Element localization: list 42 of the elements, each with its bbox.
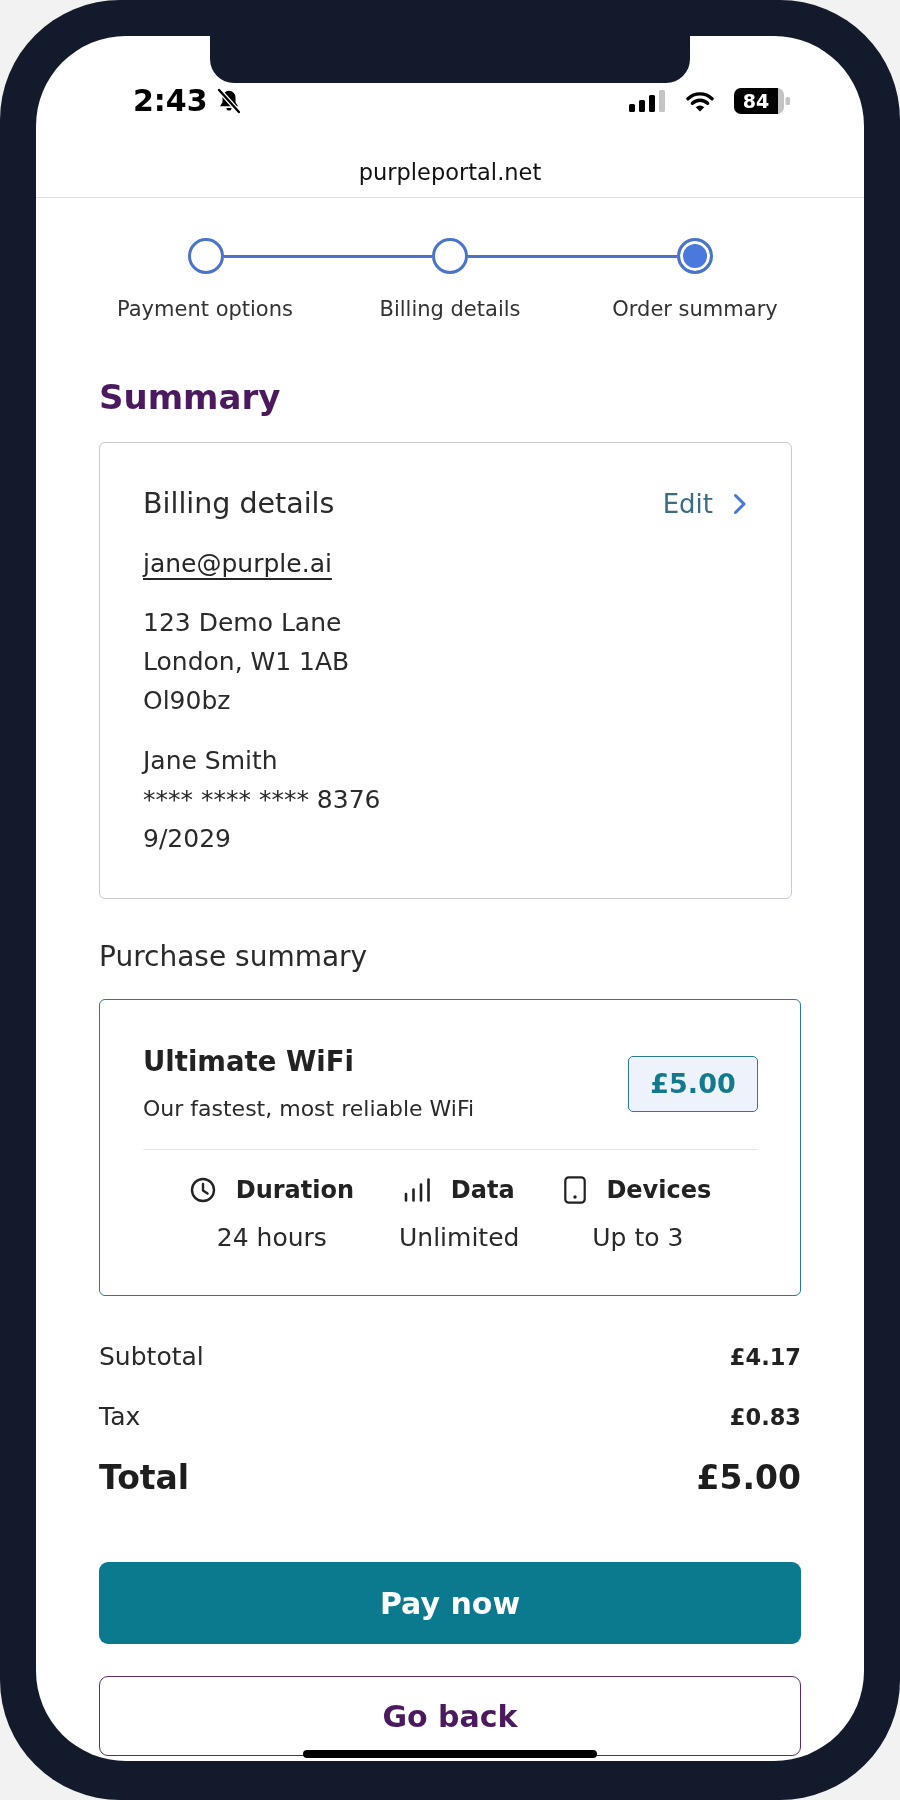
feature-label: Data	[450, 1175, 515, 1206]
step-label: Order summary	[612, 297, 778, 321]
step-label: Billing details	[379, 297, 521, 321]
section-title: Purchase summary	[99, 939, 368, 975]
back-button[interactable]: Go back	[99, 1676, 801, 1756]
status-time: 2:43	[133, 83, 208, 119]
page-heading: Summary	[99, 376, 281, 419]
chevron-right-icon	[733, 493, 747, 515]
price-tag: £5.00	[628, 1055, 758, 1112]
cellular-signal-icon	[629, 90, 666, 112]
total-label: Total	[99, 1457, 190, 1499]
feature-value: Up to 3	[592, 1222, 684, 1254]
product-name: Ultimate WiFi	[143, 1044, 354, 1078]
amount-label: Subtotal	[99, 1341, 204, 1373]
total-value: £5.00	[696, 1457, 801, 1499]
edit-link[interactable]: Edit	[662, 488, 747, 520]
battery-percentage: 84	[742, 90, 770, 112]
address-line: Ol90bz	[143, 685, 231, 717]
address-line: London, W1 1AB	[143, 646, 350, 678]
pay-button[interactable]: Pay now	[99, 1562, 801, 1644]
feature-value: Unlimited	[399, 1222, 520, 1254]
address-line: 123 Demo Lane	[143, 607, 342, 639]
clock-icon	[189, 1177, 216, 1203]
step-label: Payment options	[117, 297, 293, 321]
address-bar-url[interactable]: purpleportal.net	[358, 159, 542, 185]
signal-bars-icon	[403, 1178, 431, 1202]
feature-label: Duration	[235, 1175, 355, 1206]
amount-label: Tax	[99, 1401, 141, 1433]
card-expiry: 9/2029	[143, 823, 231, 855]
battery-icon	[734, 88, 790, 114]
amount-value: £4.17	[729, 1343, 801, 1372]
amount-value: £0.83	[729, 1403, 801, 1432]
email-link[interactable]: jane@purple.ai	[143, 546, 332, 582]
billing-title: Billing details	[143, 486, 335, 522]
wifi-icon	[686, 90, 714, 112]
card-number: **** **** **** 8376	[143, 784, 381, 816]
feature-label: Devices	[606, 1175, 712, 1206]
feature-value: 24 hours	[216, 1222, 327, 1254]
product-description: Our fastest, most reliable WiFi	[143, 1095, 475, 1123]
phone-icon	[564, 1176, 587, 1204]
bell-slash-icon	[214, 87, 243, 115]
cardholder-name: Jane Smith	[143, 745, 278, 777]
